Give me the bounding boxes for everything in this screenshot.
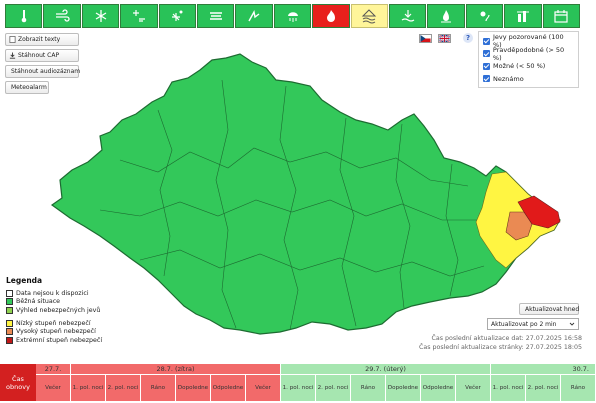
wind-icon	[56, 9, 70, 22]
hazard-tab-fire[interactable]	[312, 4, 350, 28]
hazard-tab-snowflake[interactable]	[81, 4, 120, 28]
legend-item: Extrémní stupeň nebezpečí	[6, 336, 126, 345]
legend-label: Nízký stupeň nebezpečí	[16, 319, 91, 327]
legend-item: Běžná situace	[6, 298, 126, 307]
water-level-icon	[401, 10, 415, 22]
legend-label: Data nejsou k dispozici	[16, 289, 89, 297]
flood-icon	[362, 9, 377, 24]
timeline-slot[interactable]: Ráno	[561, 375, 596, 401]
timeline-slot[interactable]: Dopoledne	[176, 375, 211, 401]
timeline-now-button[interactable]: Čas obnovy	[0, 364, 36, 401]
timeline-slot[interactable]: Dopoledne	[386, 375, 421, 401]
timeline-slot[interactable]: Ráno	[351, 375, 386, 401]
timeline-slot[interactable]: Ráno	[141, 375, 176, 401]
legend-label: Vysoký stupeň nebezpečí	[16, 328, 96, 336]
legend-item: Data nejsou k dispozici	[6, 289, 126, 298]
fog-icon	[209, 12, 222, 20]
snow-wind-icon	[132, 10, 145, 22]
smog-icon	[516, 11, 529, 22]
timeline-slot[interactable]: Odpoledne	[421, 375, 456, 401]
legend: Legenda Data nejsou k dispozici Běžná sit…	[6, 276, 126, 345]
hazard-tab-calendar[interactable]	[542, 4, 581, 28]
frost-icon	[172, 10, 183, 21]
timeline-slot[interactable]: Večer	[246, 375, 281, 401]
timeline-slot[interactable]: 1. pol. noci	[71, 375, 106, 401]
hazard-tab-water-level[interactable]	[389, 4, 427, 28]
legend-swatch	[6, 298, 13, 306]
timeline-date: 27.7. (dnes)	[36, 364, 70, 383]
legend-swatch	[6, 328, 13, 336]
timeline-slot[interactable]: 2. pol. noci	[106, 375, 141, 401]
timeline: Čas obnovy 27.7. (dnes)28.7. (zítra)29.7…	[0, 364, 596, 403]
hazard-tab-frost[interactable]	[158, 4, 197, 28]
hazard-tab-wind[interactable]	[43, 4, 81, 28]
hazard-toolbar	[5, 4, 581, 28]
timeline-slot[interactable]: 2. pol. noci	[526, 375, 561, 401]
legend-label: Běžná situace	[16, 298, 61, 306]
refresh-interval-value: Aktualizovat po 2 min	[491, 320, 557, 328]
fire-icon	[326, 10, 335, 22]
country-region[interactable]	[50, 53, 561, 335]
legend-swatch	[6, 306, 13, 314]
refresh-now-label: Aktualizovat hned	[525, 305, 580, 313]
legend-item: Vysoký stupeň nebezpečí	[6, 327, 126, 336]
last-data-update: Čas poslední aktualizace dat: 27.07.2025…	[431, 335, 582, 342]
hazard-tab-rain[interactable]	[273, 4, 312, 28]
last-page-update: Čas poslední aktualizace stránky: 27.07.…	[418, 344, 582, 351]
timeline-slot[interactable]: Večer	[36, 375, 71, 401]
hazard-tab-snow-wind[interactable]	[120, 4, 158, 28]
timeline-slot[interactable]: 2. pol. noci	[316, 375, 351, 401]
timeline-slot[interactable]: Odpoledne	[211, 375, 246, 401]
timeline-date: 29.7. (úterý)	[281, 364, 490, 374]
hazard-tab-thunderstorm[interactable]	[235, 4, 273, 28]
rain-icon	[287, 12, 298, 22]
warning-app: Zobrazit texty Stáhnout CAP Stáhnout aud…	[0, 0, 596, 403]
legend-swatch	[6, 336, 13, 344]
timeline-now-label: Čas obnovy	[6, 374, 30, 391]
legend-items: Data nejsou k dispozici Běžná situace Výhl…	[6, 289, 126, 345]
timeline-slot[interactable]: 1. pol. noci	[281, 375, 316, 401]
refresh-now-button[interactable]: Aktualizovat hned	[519, 303, 579, 315]
heat-icon	[480, 11, 490, 22]
refresh-interval-select[interactable]: Aktualizovat po 2 min	[487, 318, 579, 330]
legend-swatch	[6, 289, 13, 297]
snowflake-icon	[95, 10, 106, 22]
legend-swatch	[6, 319, 13, 327]
legend-item: Nízký stupeň nebezpečí	[6, 319, 126, 328]
timeline-slot[interactable]: 1. pol. noci	[491, 375, 526, 401]
legend-label: Extrémní stupeň nebezpečí	[16, 336, 103, 344]
hazard-tab-smog[interactable]	[504, 4, 542, 28]
thermometer-high-icon	[21, 10, 27, 23]
chevron-down-icon	[569, 322, 575, 326]
legend-title: Legenda	[6, 276, 43, 285]
hazard-tab-fog[interactable]	[197, 4, 235, 28]
legend-label: Výhled nebezpečných jevů	[16, 306, 101, 314]
document-icon	[9, 36, 16, 43]
hazard-tab-forest-fire[interactable]	[427, 4, 465, 28]
calendar-icon	[554, 10, 568, 23]
thunderstorm-icon	[248, 9, 260, 22]
timeline-slot[interactable]: Večer	[456, 375, 491, 401]
timeline-date: 30.7.	[491, 364, 595, 374]
timeline-date: 28.7. (zítra)	[71, 364, 280, 374]
download-icon	[9, 52, 16, 59]
forest-fire-icon	[441, 10, 452, 23]
legend-item: Výhled nebezpečných jevů	[6, 306, 126, 315]
hazard-tab-heat[interactable]	[465, 4, 504, 28]
hazard-tab-flood[interactable]	[350, 4, 389, 28]
hazard-tab-thermometer-high[interactable]	[5, 4, 43, 28]
